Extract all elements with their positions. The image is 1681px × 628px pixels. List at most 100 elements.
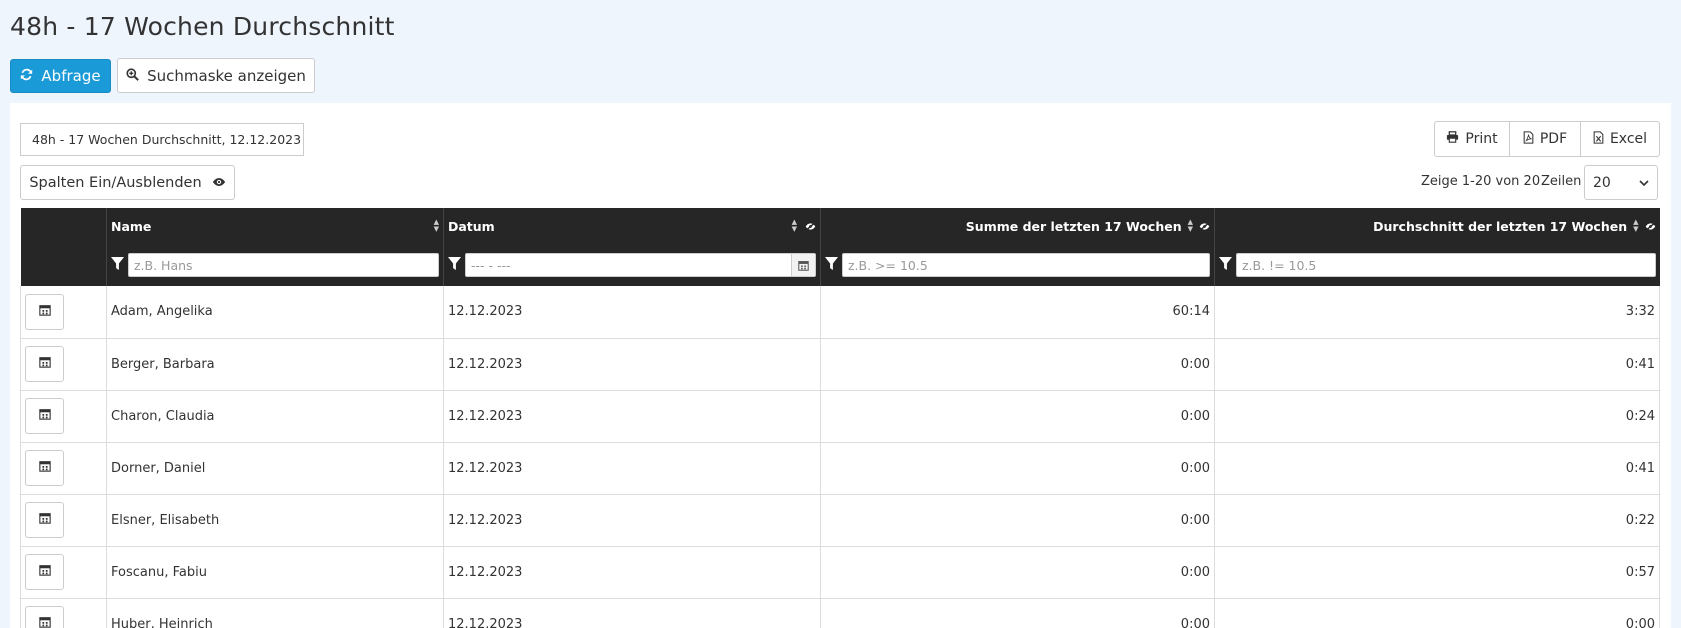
calendar-icon[interactable]: [791, 254, 815, 276]
sort-icon[interactable]: ▲ ▼: [1633, 219, 1638, 233]
calendar-button[interactable]: [25, 450, 64, 486]
cell-durchschnitt: 0:22: [1214, 494, 1660, 547]
table-row: Charon, Claudia 12.12.2023 0:00 0:24: [20, 390, 1660, 443]
summe-filter-input[interactable]: z.B. >= 10.5: [842, 253, 1210, 277]
calendar-icon: [38, 304, 51, 320]
eye-slash-icon[interactable]: [1199, 219, 1210, 234]
eye-slash-icon[interactable]: [805, 219, 816, 234]
sort-icon[interactable]: ▲ ▼: [792, 219, 797, 233]
search-plus-icon: [126, 67, 139, 85]
pdf-label: PDF: [1539, 131, 1568, 147]
sort-icon[interactable]: ▲ ▼: [434, 219, 439, 233]
column-durchschnitt-label[interactable]: Durchschnitt der letzten 17 Wochen: [1373, 219, 1627, 234]
cell-name: Huber, Heinrich: [106, 598, 444, 628]
cell-summe: 0:00: [820, 442, 1215, 495]
file-excel-icon: [1593, 130, 1604, 148]
column-datum: Datum ▲ ▼ --- - ---: [443, 208, 821, 286]
calendar-button[interactable]: [25, 398, 64, 434]
excel-label: Excel: [1609, 131, 1648, 147]
cell-durchschnitt: 0:41: [1214, 442, 1660, 495]
name-filter-input[interactable]: z.B. Hans: [128, 253, 439, 277]
calendar-button[interactable]: [25, 346, 64, 382]
table-body: Adam, Angelika 12.12.2023 60:14 3:32 Ber…: [20, 286, 1660, 628]
datum-filter-input[interactable]: --- - ---: [465, 253, 816, 277]
column-summe: Summe der letzten 17 Wochen ▲ ▼ z.B. >= 1…: [820, 208, 1215, 286]
eye-icon: [212, 175, 226, 191]
cell-datum: 12.12.2023: [443, 598, 821, 628]
filter-icon[interactable]: [825, 257, 838, 273]
cell-name: Charon, Claudia: [106, 390, 444, 443]
durchschnitt-filter-input[interactable]: z.B. != 10.5: [1236, 253, 1656, 277]
pager-info: Zeige 1-20 von 20: [1421, 174, 1541, 189]
print-button[interactable]: Print: [1435, 122, 1510, 156]
table-row: Foscanu, Fabiu 12.12.2023 0:00 0:57: [20, 546, 1660, 599]
cell-summe: 0:00: [820, 390, 1215, 443]
cell-name: Foscanu, Fabiu: [106, 546, 444, 599]
action-column-header: [20, 208, 107, 286]
calendar-icon: [38, 460, 51, 476]
calendar-icon: [38, 616, 51, 628]
column-datum-label[interactable]: Datum: [448, 219, 495, 234]
eye-slash-icon[interactable]: [1645, 219, 1656, 234]
search-mask-button[interactable]: Suchmaske anzeigen: [117, 58, 315, 93]
cell-datum: 12.12.2023: [443, 390, 821, 443]
calendar-button[interactable]: [25, 293, 64, 330]
calendar-icon: [38, 512, 51, 528]
calendar-icon: [38, 356, 51, 372]
chevron-down-icon: [1639, 175, 1649, 191]
column-name-label[interactable]: Name: [111, 219, 151, 234]
cell-datum: 12.12.2023: [443, 494, 821, 547]
export-button-group: Print PDF Excel: [1434, 121, 1660, 157]
table-row: Dorner, Daniel 12.12.2023 0:00 0:41: [20, 442, 1660, 495]
pdf-button[interactable]: PDF: [1510, 122, 1581, 156]
excel-button[interactable]: Excel: [1581, 122, 1659, 156]
results-table: Name ▲ ▼ z.B. Hans Datum ▲ ▼ --- - --- S…: [20, 208, 1660, 628]
calendar-button[interactable]: [25, 606, 64, 628]
table-row: Adam, Angelika 12.12.2023 60:14 3:32: [20, 286, 1660, 339]
cell-datum: 12.12.2023: [443, 338, 821, 391]
cell-name: Elsner, Elisabeth: [106, 494, 444, 547]
query-button[interactable]: Abfrage: [10, 59, 111, 93]
table-row: Elsner, Elisabeth 12.12.2023 0:00 0:22: [20, 494, 1660, 547]
cell-summe: 0:00: [820, 546, 1215, 599]
print-label: Print: [1465, 131, 1498, 147]
cell-name: Berger, Barbara: [106, 338, 444, 391]
cell-durchschnitt: 0:41: [1214, 338, 1660, 391]
cell-durchschnitt: 0:24: [1214, 390, 1660, 443]
cell-durchschnitt: 0:57: [1214, 546, 1660, 599]
cell-datum: 12.12.2023: [443, 286, 821, 339]
sort-icon[interactable]: ▲ ▼: [1188, 219, 1193, 233]
toggle-columns-button[interactable]: Spalten Ein/Ausblenden: [20, 165, 235, 200]
file-pdf-icon: [1523, 130, 1534, 148]
table-row: Huber, Heinrich 12.12.2023 0:00 0:00: [20, 598, 1660, 628]
column-name: Name ▲ ▼ z.B. Hans: [106, 208, 444, 286]
cell-durchschnitt: 0:00: [1214, 598, 1660, 628]
cell-durchschnitt: 3:32: [1214, 286, 1660, 339]
rows-per-page-label: Zeilen: [1541, 174, 1582, 189]
cell-datum: 12.12.2023: [443, 546, 821, 599]
search-mask-label: Suchmaske anzeigen: [147, 66, 306, 85]
cell-datum: 12.12.2023: [443, 442, 821, 495]
filter-icon[interactable]: [111, 257, 124, 273]
page-title: 48h - 17 Wochen Durchschnitt: [10, 12, 395, 41]
cell-summe: 60:14: [820, 286, 1215, 339]
query-button-label: Abfrage: [41, 67, 101, 85]
rows-per-page-select[interactable]: 20: [1584, 165, 1658, 200]
cell-name: Dorner, Daniel: [106, 442, 444, 495]
calendar-icon: [38, 564, 51, 580]
cell-summe: 0:00: [820, 338, 1215, 391]
calendar-icon: [38, 408, 51, 424]
refresh-icon: [20, 67, 33, 85]
calendar-button[interactable]: [25, 502, 64, 538]
filter-icon[interactable]: [448, 257, 461, 273]
rows-per-page-value: 20: [1593, 174, 1611, 191]
column-durchschnitt: Durchschnitt der letzten 17 Wochen ▲ ▼ z.…: [1214, 208, 1660, 286]
toggle-columns-label: Spalten Ein/Ausblenden: [29, 174, 202, 191]
datum-filter-value: --- - ---: [471, 257, 511, 273]
column-summe-label[interactable]: Summe der letzten 17 Wochen: [966, 219, 1182, 234]
filter-icon[interactable]: [1219, 257, 1232, 273]
cell-summe: 0:00: [820, 494, 1215, 547]
print-icon: [1446, 131, 1459, 147]
calendar-button[interactable]: [25, 554, 64, 590]
cell-name: Adam, Angelika: [106, 286, 444, 339]
